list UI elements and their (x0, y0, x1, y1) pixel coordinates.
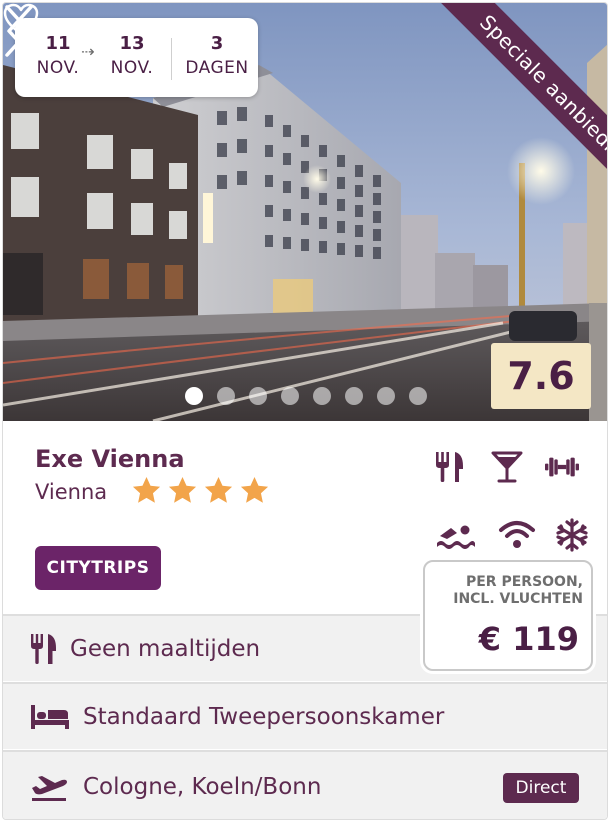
hotel-photo[interactable]: 11 NOV. ⇢ 13 NOV. 3 DAGEN Speciale aanbi… (3, 3, 607, 421)
fitness-dumbbell-icon (545, 457, 579, 477)
carousel-dot[interactable] (281, 387, 299, 405)
arrow-right-icon: ⇢ (81, 42, 95, 61)
date-divider (171, 38, 172, 80)
price-box[interactable]: PER PERSOON, INCL. VLUCHTEN € 119 (423, 560, 593, 671)
carousel-dot[interactable] (249, 387, 267, 405)
review-score: 7.6 (491, 343, 591, 409)
return-month: NOV. (110, 58, 154, 78)
date-range-box: 11 NOV. ⇢ 13 NOV. 3 DAGEN (15, 18, 258, 97)
flight-departure-icon (32, 776, 67, 801)
wifi-icon (499, 521, 535, 548)
hotel-city: Vienna (35, 480, 108, 504)
direct-flight-badge: Direct (503, 773, 579, 803)
price-label: PER PERSOON, INCL. VLUCHTEN (425, 574, 583, 608)
duration-number: 3 (210, 33, 224, 54)
price-label-line1: PER PERSOON, (465, 574, 583, 590)
room-bed-icon (31, 705, 69, 729)
meals-cutlery-icon (31, 634, 56, 664)
carousel-dot[interactable] (217, 387, 235, 405)
meals-text: Geen maaltijden (70, 636, 261, 662)
star-icon (240, 476, 269, 503)
carousel-dot[interactable] (185, 387, 203, 405)
star-icon (132, 476, 161, 503)
hotel-card[interactable]: 11 NOV. ⇢ 13 NOV. 3 DAGEN Speciale aanbi… (2, 2, 608, 820)
departure-date: 11 NOV. (27, 32, 89, 80)
carousel-dot[interactable] (377, 387, 395, 405)
star-icon (204, 476, 233, 503)
star-icon (168, 476, 197, 503)
carousel-dot[interactable] (313, 387, 331, 405)
special-offer-ribbon: Speciale aanbieding (417, 3, 607, 195)
price-label-line2: INCL. VLUCHTEN (453, 591, 583, 607)
return-day: 13 (119, 33, 145, 54)
air-conditioning-snowflake-icon (556, 518, 588, 552)
return-date: 13 NOV. (101, 32, 163, 80)
trip-duration: 3 DAGEN (183, 32, 251, 80)
carousel-dots (185, 387, 427, 405)
room-type-text: Standaard Tweepersoonskamer (83, 704, 445, 730)
carousel-dot[interactable] (409, 387, 427, 405)
swimming-pool-icon (437, 525, 475, 549)
room-row: Standaard Tweepersoonskamer (3, 682, 607, 749)
cocktail-bar-icon (491, 451, 523, 483)
category-badge: CITYTRIPS (35, 546, 161, 590)
flight-row: Cologne, Koeln/Bonn Direct (3, 750, 607, 819)
duration-unit: DAGEN (185, 58, 249, 78)
departure-month: NOV. (36, 58, 80, 78)
next-photo-arrow-icon[interactable] (3, 3, 35, 59)
star-rating (131, 475, 270, 506)
carousel-dot[interactable] (345, 387, 363, 405)
flight-departure-text: Cologne, Koeln/Bonn (83, 774, 322, 800)
special-offer-label: Speciale aanbieding (437, 3, 607, 195)
hotel-name[interactable]: Exe Vienna (35, 445, 185, 473)
price-amount: € 119 (478, 620, 579, 658)
restaurant-icon (436, 452, 463, 482)
